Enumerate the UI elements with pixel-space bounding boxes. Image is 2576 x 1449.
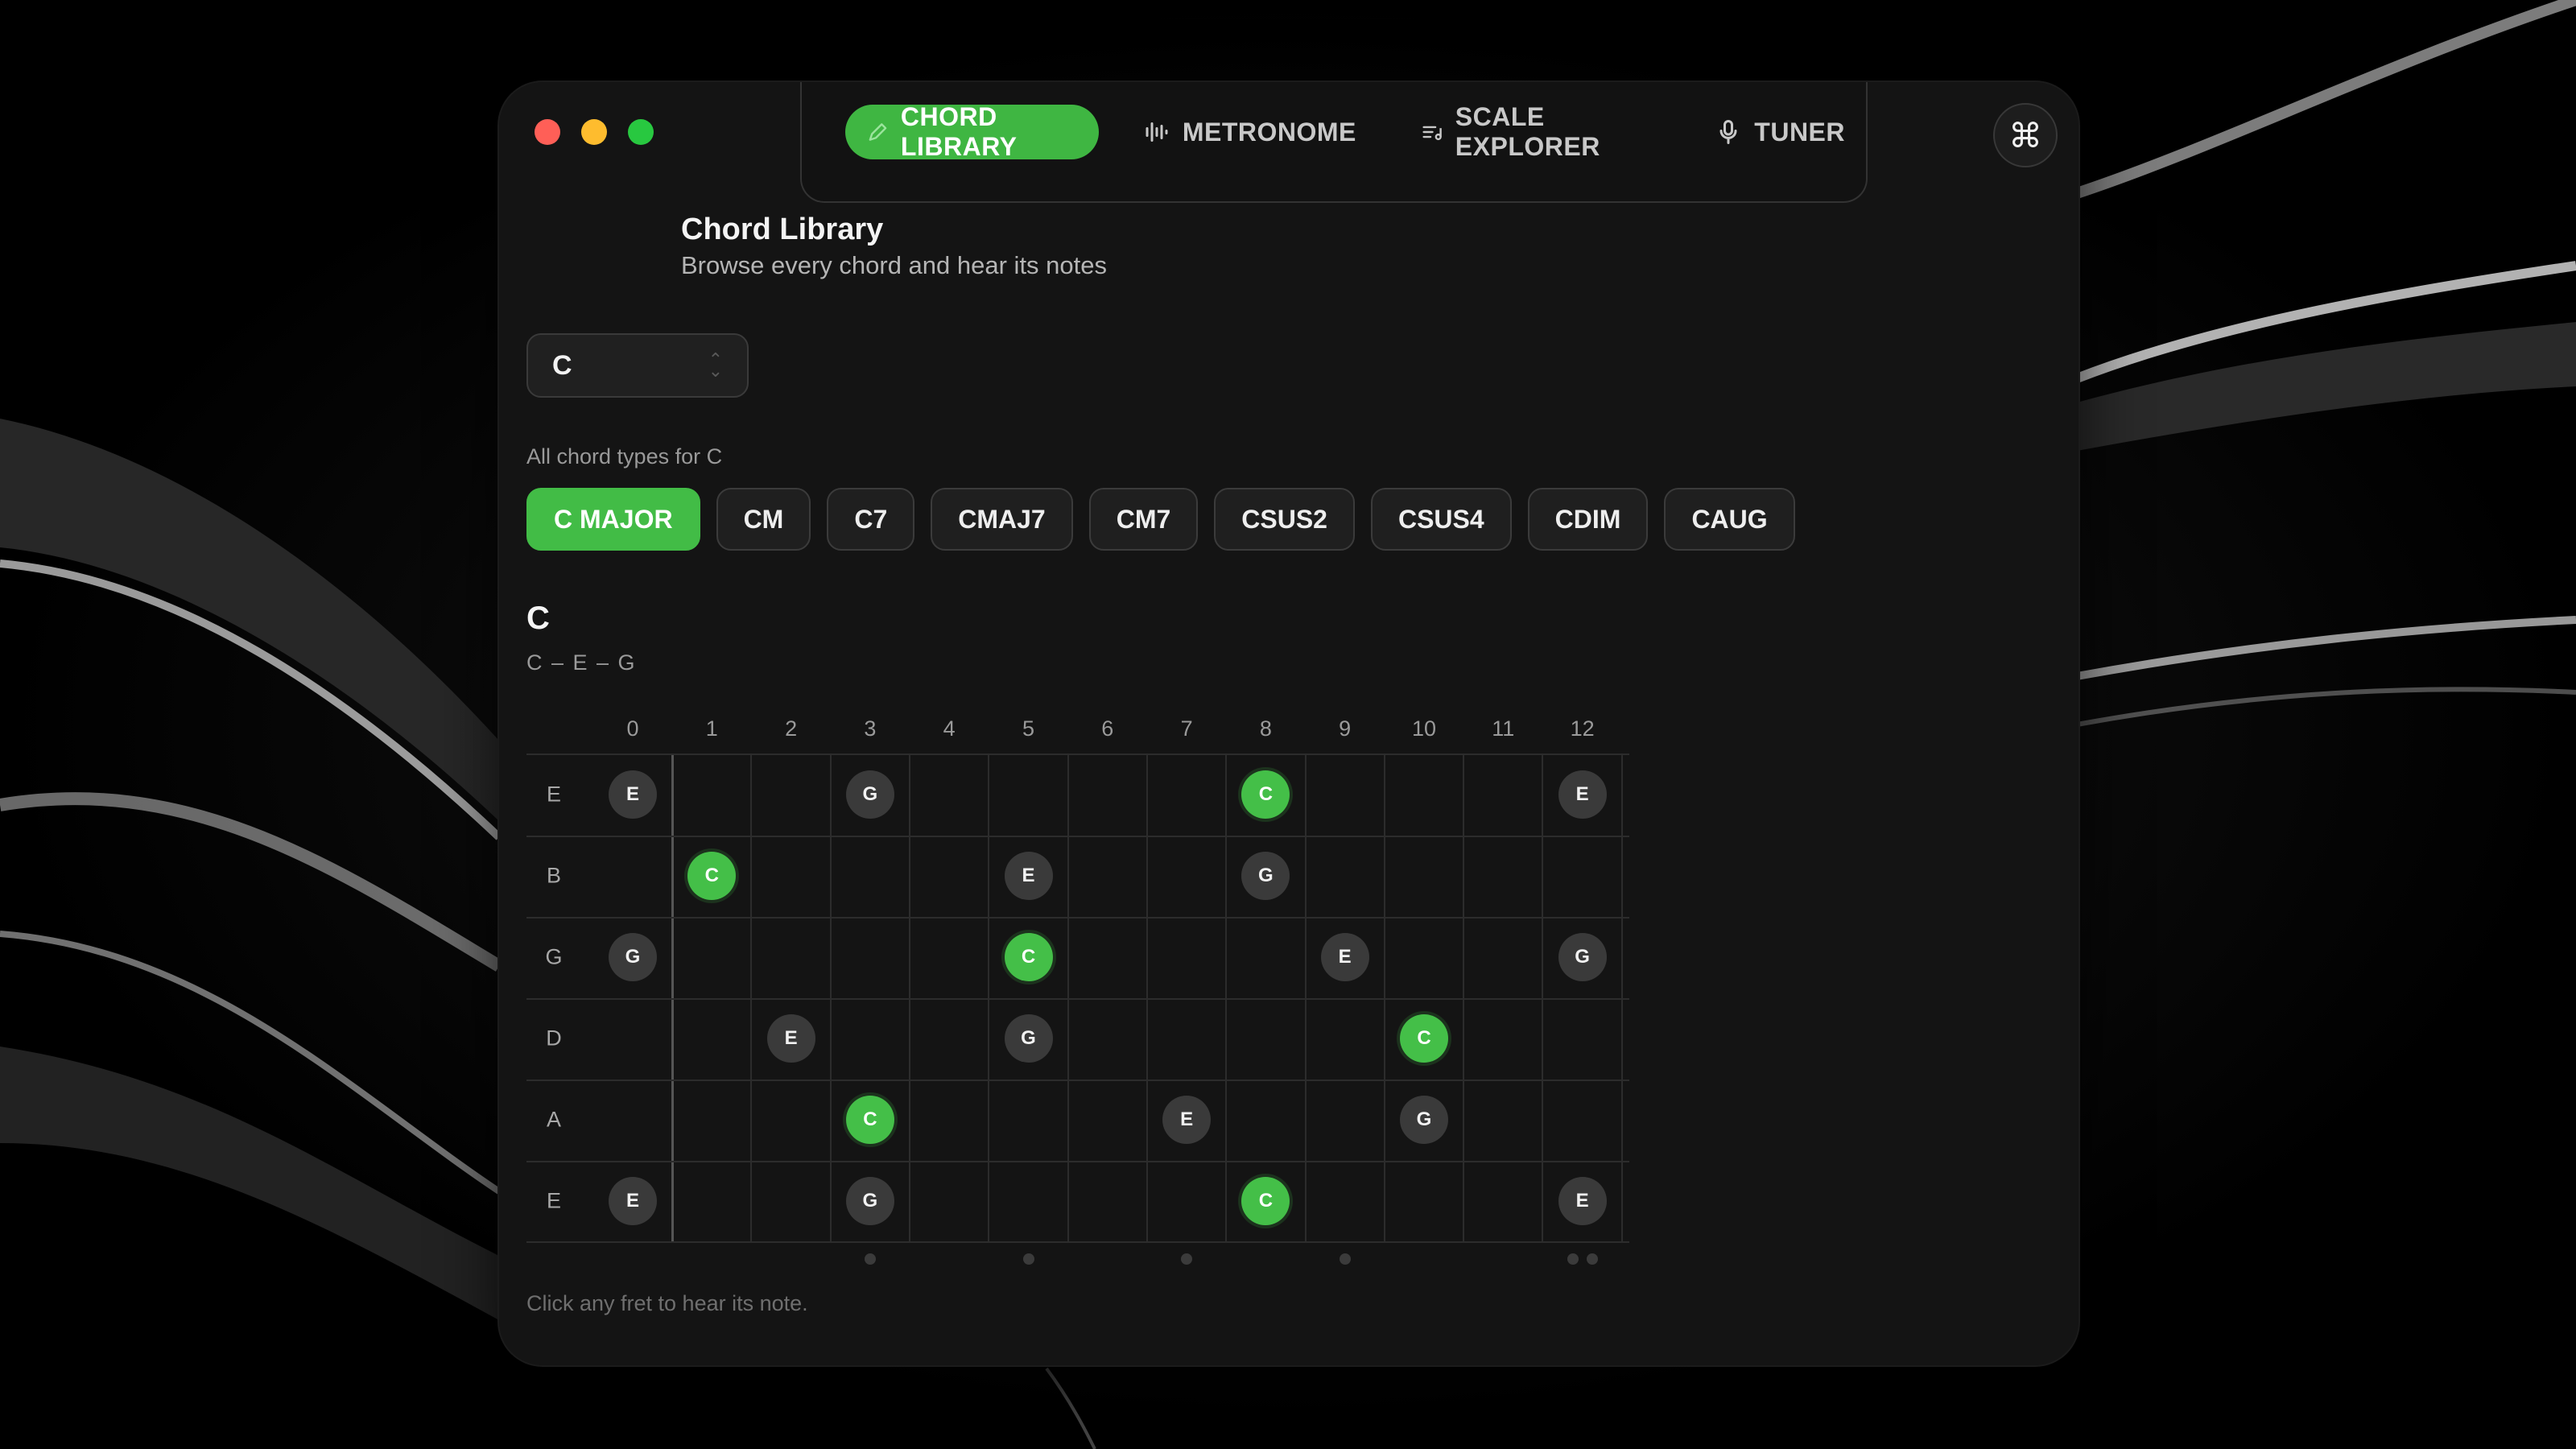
tab-label: TUNER — [1754, 117, 1845, 147]
command-menu-button[interactable]: ⌘ — [1993, 103, 2058, 167]
root-note-dot[interactable]: C — [845, 1095, 894, 1144]
fret-number: 10 — [1411, 716, 1437, 741]
chord-note-dot[interactable]: E — [1558, 770, 1607, 819]
fret-number: 12 — [1570, 716, 1595, 741]
tab-chord-library[interactable]: CHORD LIBRARY — [845, 102, 1099, 161]
tab-label: CHORD LIBRARY — [900, 102, 1018, 161]
chord-note-dot[interactable]: G — [1558, 932, 1607, 981]
microphone-icon — [1719, 120, 1737, 144]
list-music-icon — [1422, 126, 1442, 141]
close-window-button[interactable] — [535, 119, 560, 145]
tab-tuner[interactable]: TUNER — [1693, 105, 1866, 159]
root-note-select[interactable]: C ⌃ ⌄ — [526, 333, 749, 398]
string-label: A — [546, 1107, 562, 1131]
chord-types-label: All chord types for C — [526, 444, 723, 469]
chord-note-dot[interactable]: G — [1400, 1095, 1448, 1144]
chord-type-chip[interactable]: CAUG — [1664, 488, 1795, 551]
fret-inlay-marker — [1586, 1253, 1598, 1265]
select-chevron-icon: ⌃ ⌄ — [708, 349, 723, 381]
chord-type-chip[interactable]: C7 — [827, 488, 915, 551]
fretboard-hint: Click any fret to hear its note. — [526, 1291, 808, 1315]
tab-scale-explorer[interactable]: SCALE EXPLORER — [1400, 102, 1670, 161]
command-icon: ⌘ — [2008, 116, 2042, 155]
chord-note-dot[interactable]: G — [1004, 1013, 1053, 1063]
chord-note-dot[interactable]: G — [609, 932, 657, 981]
chord-note-dot[interactable]: E — [1162, 1095, 1212, 1144]
waveform-icon — [1146, 122, 1168, 142]
chord-note-dot[interactable]: E — [1320, 932, 1369, 981]
chord-note-dot[interactable]: G — [845, 770, 894, 819]
fret-number: 4 — [943, 716, 956, 741]
fret-inlay-marker — [864, 1253, 876, 1265]
chord-note-dot[interactable]: G — [1241, 851, 1290, 900]
fret-inlay-marker — [1339, 1253, 1351, 1265]
chord-note-dot[interactable]: E — [1558, 1176, 1607, 1225]
fret-inlay-marker — [1567, 1253, 1579, 1265]
tab-metronome[interactable]: METRONOME — [1121, 105, 1377, 159]
fret-number: 8 — [1259, 716, 1272, 741]
chord-type-chip[interactable]: CM — [716, 488, 811, 551]
fret-number: 7 — [1180, 716, 1193, 741]
zoom-window-button[interactable] — [628, 119, 654, 145]
fret-number: 9 — [1339, 716, 1352, 741]
string-label: B — [546, 863, 562, 887]
fretboard-grid — [526, 753, 1629, 1243]
page-title: Chord Library — [681, 213, 884, 246]
app-window: CHORD LIBRARY METRONOME SCALE EXPLORER T… — [497, 80, 2080, 1367]
chord-note-dot[interactable]: G — [845, 1176, 894, 1225]
fret-number: 1 — [705, 716, 718, 741]
string-label: E — [546, 782, 562, 806]
minimize-window-button[interactable] — [581, 119, 607, 145]
fret-number: 6 — [1101, 716, 1114, 741]
pencil-icon — [869, 123, 887, 141]
string-row-divider — [526, 998, 1629, 1000]
fret-inlay-marker — [1181, 1253, 1193, 1265]
fret-number: 5 — [1022, 716, 1035, 741]
chord-type-chip[interactable]: C MAJOR — [526, 488, 700, 551]
string-row-divider — [526, 836, 1629, 837]
string-row-divider — [526, 1080, 1629, 1081]
chord-type-chip[interactable]: CM7 — [1088, 488, 1199, 551]
fret-number: 3 — [864, 716, 877, 741]
root-note-value: C — [552, 349, 572, 381]
fret-inlay-marker — [1022, 1253, 1034, 1265]
root-note-dot[interactable]: C — [687, 851, 737, 900]
root-note-dot[interactable]: C — [1241, 770, 1290, 819]
fret-number: 11 — [1492, 716, 1515, 741]
string-label: G — [545, 944, 563, 968]
string-label: D — [546, 1026, 562, 1050]
chord-note-dot[interactable]: E — [609, 1176, 657, 1225]
chord-type-chip[interactable]: CMAJ7 — [931, 488, 1073, 551]
top-nav: CHORD LIBRARY METRONOME SCALE EXPLORER T… — [800, 82, 1868, 203]
tab-label: METRONOME — [1182, 117, 1356, 147]
chord-name: C — [526, 601, 550, 636]
chord-notes: C – E – G — [526, 650, 637, 675]
chord-type-chip[interactable]: CSUS2 — [1214, 488, 1355, 551]
chord-type-chip[interactable]: CDIM — [1527, 488, 1649, 551]
chord-type-chips: C MAJOR CM C7 CMAJ7 CM7 CSUS2 CSUS4 CDIM CAUG — [526, 488, 1795, 551]
fret-number: 0 — [626, 716, 639, 741]
string-row-divider — [526, 1161, 1629, 1162]
chord-note-dot[interactable]: E — [766, 1013, 815, 1063]
chord-type-chip[interactable]: CSUS4 — [1370, 488, 1512, 551]
string-row-divider — [526, 917, 1629, 919]
chord-note-dot[interactable]: E — [1004, 851, 1053, 900]
root-note-dot[interactable]: C — [1004, 932, 1053, 981]
fret-number: 2 — [785, 716, 798, 741]
window-controls — [535, 119, 654, 145]
root-note-dot[interactable]: C — [1400, 1013, 1448, 1063]
string-label: E — [546, 1188, 562, 1212]
chord-note-dot[interactable]: E — [609, 770, 657, 819]
fretboard: 0 1 2 3 4 5 6 7 8 9 10 11 12 E B G D A E E G C E C E G G C E G E G C C E G E… — [526, 716, 1653, 1360]
tab-label: SCALE EXPLORER — [1455, 102, 1600, 161]
page-subtitle: Browse every chord and hear its notes — [681, 251, 1107, 279]
root-note-dot[interactable]: C — [1241, 1176, 1290, 1225]
